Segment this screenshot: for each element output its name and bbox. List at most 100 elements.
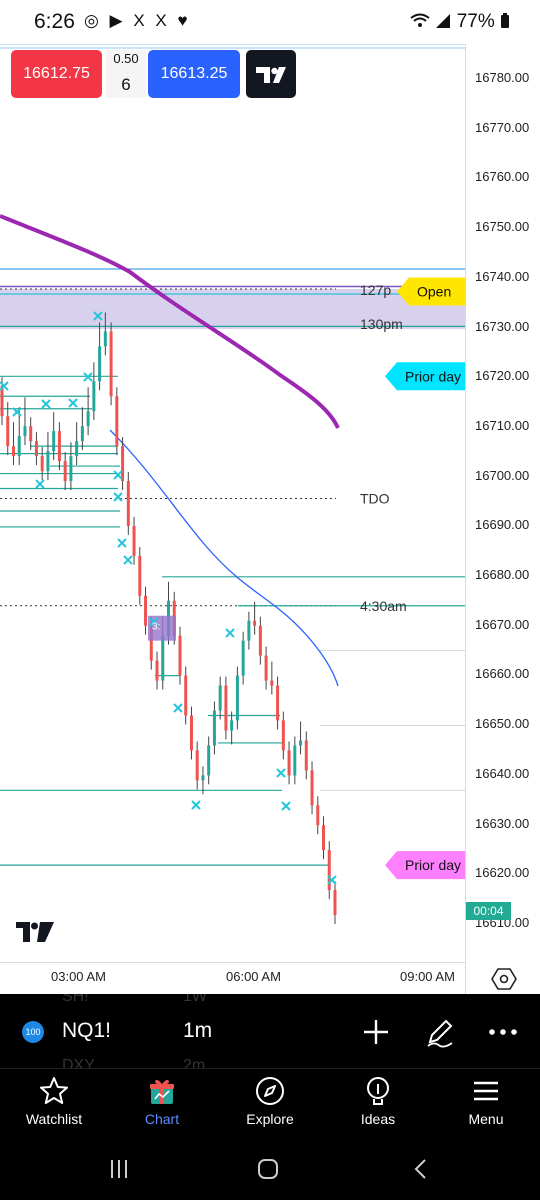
chart-annotation: 4:30am	[360, 598, 407, 614]
nav-explore[interactable]: Explore	[220, 1072, 320, 1134]
wifi-icon	[410, 13, 430, 27]
price-chart[interactable]: 127p 130pm TDO 4:30am 3: Open Prior day Prior d…	[0, 44, 540, 994]
candle-body	[230, 720, 234, 731]
sell-button[interactable]: 16612.75	[11, 50, 102, 98]
home-icon[interactable]	[256, 1157, 280, 1181]
price-axis-label: 16690.00	[475, 517, 530, 533]
price-axis-label: 16730.00	[475, 318, 530, 334]
battery-percent: 77%	[456, 11, 495, 32]
quantity-value[interactable]: 6	[106, 75, 146, 95]
candle-body	[287, 750, 291, 776]
chart-annotation: 127p	[360, 282, 391, 298]
chart-canvas[interactable]: 127p 130pm TDO 4:30am 3: Open Prior day Prior d…	[0, 44, 540, 994]
candle-body	[126, 481, 130, 526]
more-icon[interactable]	[485, 1014, 521, 1050]
bar-countdown: 00:04	[466, 902, 511, 920]
nav-chart[interactable]: Chart	[112, 1072, 212, 1134]
candle-body	[224, 685, 228, 731]
nav-label: Menu	[468, 1111, 504, 1127]
candle-body	[34, 441, 38, 457]
candle-body	[17, 436, 21, 457]
nav-ideas[interactable]: Ideas	[328, 1072, 428, 1134]
candle-body	[264, 655, 268, 681]
candle-body	[258, 625, 262, 656]
signal-icon	[436, 14, 451, 28]
add-icon[interactable]	[358, 1014, 394, 1050]
candle-body	[299, 740, 303, 746]
ghost-symbol: DXY	[62, 1057, 95, 1068]
symbol-selector[interactable]: NQ1!	[62, 1019, 111, 1043]
interval-selector[interactable]: 1m	[183, 1019, 212, 1043]
hamburger-icon	[474, 1081, 498, 1101]
compass-icon	[256, 1077, 284, 1105]
candle-body	[322, 825, 326, 851]
candle-body	[276, 685, 280, 721]
lightbulb-icon	[367, 1077, 389, 1105]
back-icon[interactable]	[410, 1158, 432, 1180]
ghost-interval: 2m	[183, 1057, 206, 1068]
notification-icons: ◎ ▶ X X ♥	[84, 11, 191, 30]
candle-body	[132, 525, 136, 556]
chart-settings-icon[interactable]	[490, 965, 518, 993]
nav-label: Chart	[144, 1111, 180, 1127]
candle-body	[304, 740, 308, 771]
status-indicators: 77%	[410, 11, 510, 33]
candle-body	[333, 890, 337, 916]
candle-body	[201, 775, 205, 781]
system-nav-bar	[0, 1140, 540, 1200]
price-axis-label: 16630.00	[475, 815, 530, 831]
price-axis-label: 16700.00	[475, 467, 530, 483]
status-bar: 6:26 ◎ ▶ X X ♥ 77%	[0, 0, 540, 44]
candle-body	[52, 431, 56, 452]
time-label: 03:00 AM	[51, 969, 106, 984]
ma-blue-line	[109, 429, 339, 687]
candle-body	[189, 715, 193, 751]
candle-body	[0, 386, 4, 417]
price-flag-label: Prior day	[405, 368, 461, 384]
candle-body	[11, 446, 15, 457]
candle-body	[241, 640, 245, 676]
price-axis-label: 16620.00	[475, 865, 530, 881]
price-axis-label: 16640.00	[475, 765, 530, 781]
candle-body	[195, 750, 199, 781]
signal-marker	[0, 381, 9, 391]
recent-apps-icon[interactable]	[108, 1158, 130, 1180]
signal-marker	[68, 398, 78, 408]
price-axis-label: 16650.00	[475, 716, 530, 732]
price-axis-label: 16780.00	[475, 70, 530, 85]
nav-label: Watchlist	[25, 1111, 83, 1127]
candle-body	[29, 426, 33, 442]
ghost-interval: 1W	[183, 994, 207, 1005]
candle-body	[144, 595, 148, 626]
candle-body	[92, 381, 96, 412]
candle-body	[109, 331, 113, 397]
chart-annotation: 130pm	[360, 316, 403, 332]
signal-marker	[281, 801, 291, 811]
candle-body	[207, 745, 211, 776]
price-axis-label: 16660.00	[475, 666, 530, 682]
candle-body	[212, 710, 216, 746]
signal-marker	[191, 800, 201, 810]
price-axis-label: 16680.00	[475, 567, 530, 582]
candle-body	[103, 331, 107, 347]
nav-watchlist[interactable]: Watchlist	[4, 1072, 104, 1134]
signal-marker	[41, 399, 51, 409]
tradingview-logo-button[interactable]	[246, 50, 296, 98]
signal-marker	[113, 470, 123, 480]
signal-marker	[113, 492, 123, 502]
candle-body	[293, 745, 297, 776]
candle-body	[247, 620, 251, 641]
candle-body	[310, 770, 314, 806]
nav-label: Explore	[246, 1111, 294, 1127]
candle-body	[270, 680, 274, 686]
tradingview-logo-icon	[256, 67, 286, 83]
drawing-pen-icon[interactable]	[422, 1014, 458, 1050]
candle-body	[80, 426, 84, 442]
spread-quantity-box[interactable]: 0.50 6	[106, 50, 146, 98]
candle-body	[46, 451, 50, 472]
candle-body	[281, 720, 285, 751]
battery-icon	[501, 13, 509, 28]
nav-menu[interactable]: Menu	[436, 1072, 536, 1134]
gift-chart-icon	[150, 1079, 174, 1104]
buy-button[interactable]: 16613.25	[148, 50, 240, 98]
